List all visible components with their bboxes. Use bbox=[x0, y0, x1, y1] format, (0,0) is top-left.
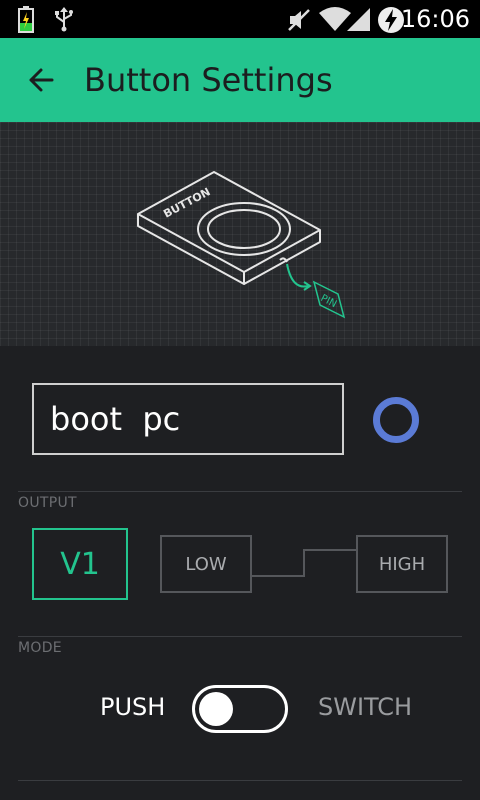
usb-icon bbox=[55, 7, 73, 32]
output-pin-selector[interactable]: V1 bbox=[32, 528, 128, 600]
status-time: 16:06 bbox=[400, 5, 470, 33]
app-bar: Button Settings bbox=[0, 38, 480, 122]
mode-section-label: MODE bbox=[18, 640, 62, 656]
battery-charging-icon bbox=[18, 6, 34, 33]
mode-switch-label[interactable]: SWITCH bbox=[318, 690, 412, 724]
divider bbox=[18, 780, 462, 781]
low-value-button[interactable]: LOW bbox=[160, 535, 252, 593]
button-settings-screen: 16:06 Button Settings BUTTON PIN boot pc… bbox=[0, 0, 480, 800]
toggle-knob bbox=[199, 692, 233, 726]
mode-toggle[interactable] bbox=[192, 685, 288, 733]
high-value-label: HIGH bbox=[378, 553, 426, 575]
widget-color-picker[interactable] bbox=[373, 397, 419, 443]
page-title: Button Settings bbox=[84, 61, 333, 99]
low-value-label: LOW bbox=[185, 553, 227, 575]
divider bbox=[18, 636, 462, 637]
mute-icon bbox=[288, 9, 310, 31]
button-device-illustration: BUTTON PIN bbox=[137, 171, 346, 319]
status-bar: 16:06 bbox=[0, 0, 480, 38]
widget-illustration: BUTTON PIN bbox=[0, 122, 480, 346]
output-pin-value: V1 bbox=[60, 546, 100, 582]
pin-label: PIN bbox=[319, 293, 339, 310]
divider bbox=[18, 491, 462, 492]
output-section-label: OUTPUT bbox=[18, 495, 77, 511]
high-value-button[interactable]: HIGH bbox=[356, 535, 448, 593]
widget-name-input[interactable] bbox=[32, 383, 344, 455]
signal-icon bbox=[347, 8, 370, 31]
level-connector bbox=[252, 549, 356, 577]
mode-push-label[interactable]: PUSH bbox=[100, 690, 165, 724]
arrow-left-icon[interactable] bbox=[22, 60, 62, 100]
